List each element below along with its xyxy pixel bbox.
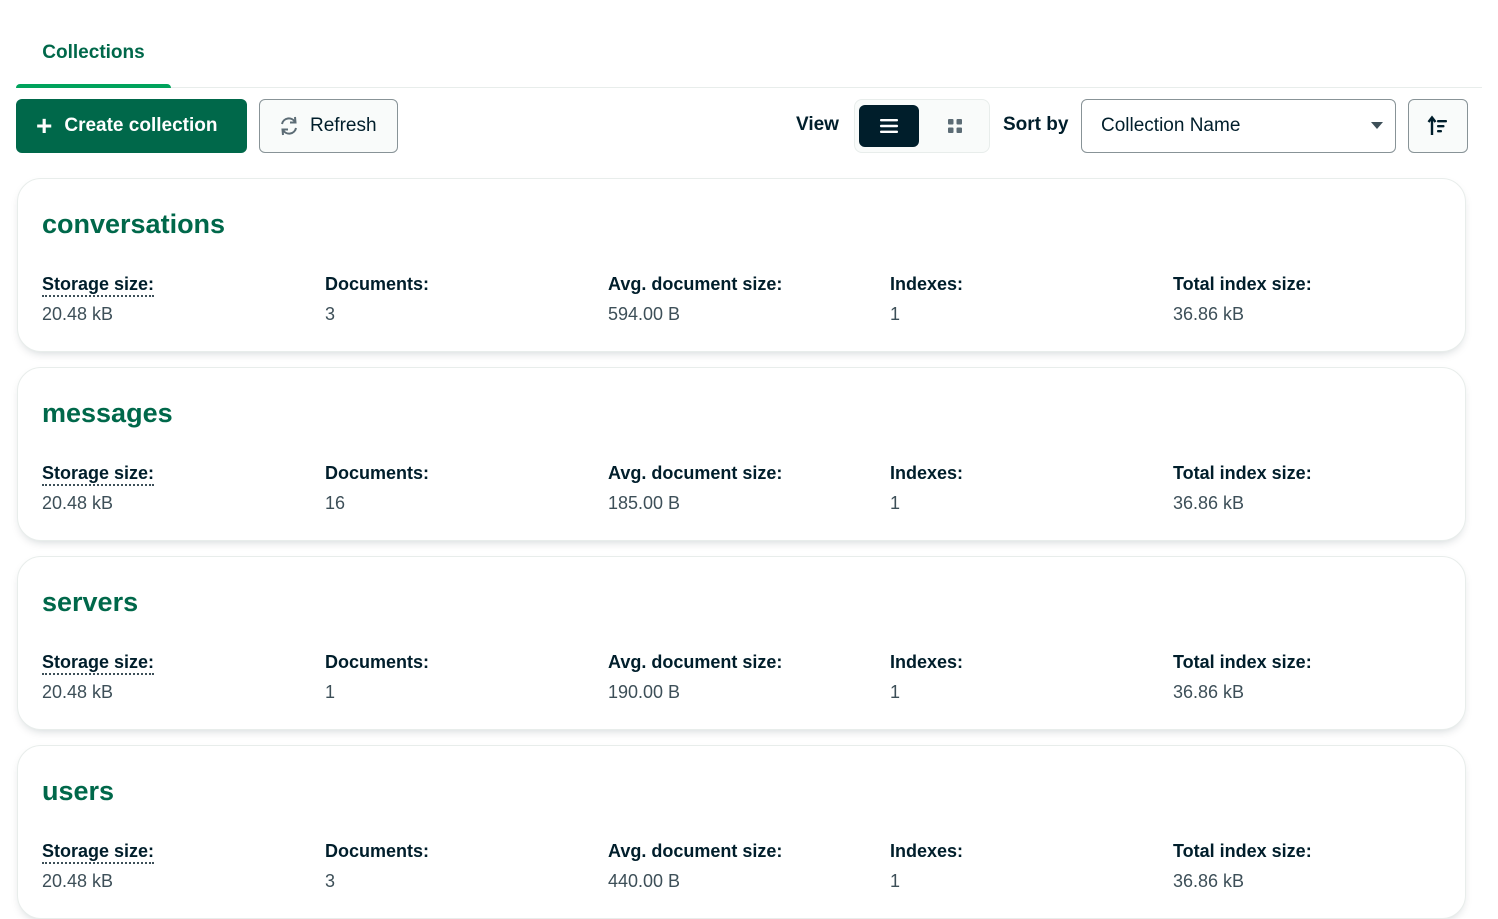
storage-size-label[interactable]: Storage size:	[42, 274, 155, 297]
documents-label: Documents:	[325, 274, 430, 294]
tab-collections[interactable]: Collections	[16, 0, 171, 88]
indexes-label: Indexes:	[890, 841, 964, 861]
total-index-size-label: Total index size:	[1173, 463, 1312, 483]
list-icon	[880, 119, 898, 133]
tab-bar: Collections	[16, 0, 1482, 88]
storage-size-value: 20.48 kB	[42, 304, 114, 324]
storage-size-label[interactable]: Storage size:	[42, 652, 155, 675]
avg-document-size-stat: Avg. document size: 185.00 B	[608, 463, 782, 514]
storage-size-label[interactable]: Storage size:	[42, 841, 155, 864]
total-index-size-stat: Total index size: 36.86 kB	[1173, 652, 1312, 703]
sort-ascending-icon	[1427, 115, 1447, 135]
total-index-size-label: Total index size:	[1173, 652, 1312, 672]
refresh-label: Refresh	[310, 115, 377, 136]
storage-size-value: 20.48 kB	[42, 871, 114, 891]
documents-stat: Documents: 1	[325, 652, 429, 703]
indexes-stat: Indexes: 1	[890, 274, 963, 325]
indexes-label: Indexes:	[890, 274, 964, 294]
documents-value: 3	[325, 871, 336, 891]
indexes-stat: Indexes: 1	[890, 841, 963, 892]
sort-select-value: Collection Name	[1101, 115, 1241, 136]
documents-stat: Documents: 16	[325, 463, 429, 514]
total-index-size-stat: Total index size: 36.86 kB	[1173, 841, 1312, 892]
collection-card[interactable]: users Storage size: 20.48 kB Documents: …	[17, 745, 1466, 919]
documents-label: Documents:	[325, 841, 430, 861]
total-index-size-value: 36.86 kB	[1173, 493, 1245, 513]
list-view-button[interactable]	[859, 105, 919, 147]
collection-name-link[interactable]: messages	[42, 398, 173, 429]
avg-document-size-stat: Avg. document size: 190.00 B	[608, 652, 782, 703]
create-collection-label: Create collection	[64, 115, 218, 136]
storage-size-stat: Storage size: 20.48 kB	[42, 652, 155, 703]
collection-name-link[interactable]: conversations	[42, 209, 225, 240]
avg-document-size-label: Avg. document size:	[608, 652, 783, 672]
refresh-button[interactable]: Refresh	[259, 99, 398, 153]
avg-document-size-label: Avg. document size:	[608, 463, 783, 483]
avg-document-size-value: 440.00 B	[608, 871, 681, 891]
documents-value: 1	[325, 682, 336, 702]
indexes-stat: Indexes: 1	[890, 463, 963, 514]
total-index-size-value: 36.86 kB	[1173, 871, 1245, 891]
storage-size-stat: Storage size: 20.48 kB	[42, 274, 155, 325]
total-index-size-stat: Total index size: 36.86 kB	[1173, 274, 1312, 325]
documents-value: 3	[325, 304, 336, 324]
indexes-label: Indexes:	[890, 463, 964, 483]
storage-size-stat: Storage size: 20.48 kB	[42, 841, 155, 892]
total-index-size-value: 36.86 kB	[1173, 682, 1245, 702]
storage-size-value: 20.48 kB	[42, 493, 114, 513]
view-toggle	[854, 99, 990, 153]
documents-stat: Documents: 3	[325, 274, 429, 325]
documents-label: Documents:	[325, 463, 430, 483]
avg-document-size-stat: Avg. document size: 440.00 B	[608, 841, 782, 892]
collection-name-link[interactable]: users	[42, 776, 114, 807]
tab-collections-label: Collections	[42, 42, 145, 63]
collection-card[interactable]: servers Storage size: 20.48 kB Documents…	[17, 556, 1466, 730]
storage-size-stat: Storage size: 20.48 kB	[42, 463, 155, 514]
total-index-size-value: 36.86 kB	[1173, 304, 1245, 324]
total-index-size-label: Total index size:	[1173, 841, 1312, 861]
sort-select[interactable]: Collection Name	[1081, 99, 1396, 153]
collection-card[interactable]: conversations Storage size: 20.48 kB Doc…	[17, 178, 1466, 352]
create-collection-button[interactable]: + Create collection	[16, 99, 247, 153]
total-index-size-label: Total index size:	[1173, 274, 1312, 294]
indexes-value: 1	[890, 682, 901, 702]
grid-icon	[948, 119, 962, 133]
storage-size-value: 20.48 kB	[42, 682, 114, 702]
indexes-label: Indexes:	[890, 652, 964, 672]
sort-by-label: Sort by	[1003, 114, 1069, 135]
refresh-icon	[281, 116, 297, 136]
indexes-value: 1	[890, 304, 901, 324]
collection-name-link[interactable]: servers	[42, 587, 138, 618]
documents-value: 16	[325, 493, 346, 513]
avg-document-size-value: 190.00 B	[608, 682, 681, 702]
indexes-value: 1	[890, 871, 901, 891]
sort-direction-button[interactable]	[1408, 99, 1468, 153]
grid-view-button[interactable]	[925, 105, 985, 147]
avg-document-size-label: Avg. document size:	[608, 274, 783, 294]
plus-icon: +	[36, 110, 53, 141]
avg-document-size-label: Avg. document size:	[608, 841, 783, 861]
indexes-stat: Indexes: 1	[890, 652, 963, 703]
storage-size-label[interactable]: Storage size:	[42, 463, 155, 486]
active-tab-indicator	[16, 84, 171, 88]
toolbar: + Create collection Refresh View Sort by…	[16, 99, 1468, 153]
caret-down-icon	[1371, 122, 1383, 129]
total-index-size-stat: Total index size: 36.86 kB	[1173, 463, 1312, 514]
view-label: View	[796, 114, 839, 135]
avg-document-size-value: 594.00 B	[608, 304, 681, 324]
documents-label: Documents:	[325, 652, 430, 672]
avg-document-size-value: 185.00 B	[608, 493, 681, 513]
collection-card[interactable]: messages Storage size: 20.48 kB Document…	[17, 367, 1466, 541]
documents-stat: Documents: 3	[325, 841, 429, 892]
indexes-value: 1	[890, 493, 901, 513]
avg-document-size-stat: Avg. document size: 594.00 B	[608, 274, 782, 325]
